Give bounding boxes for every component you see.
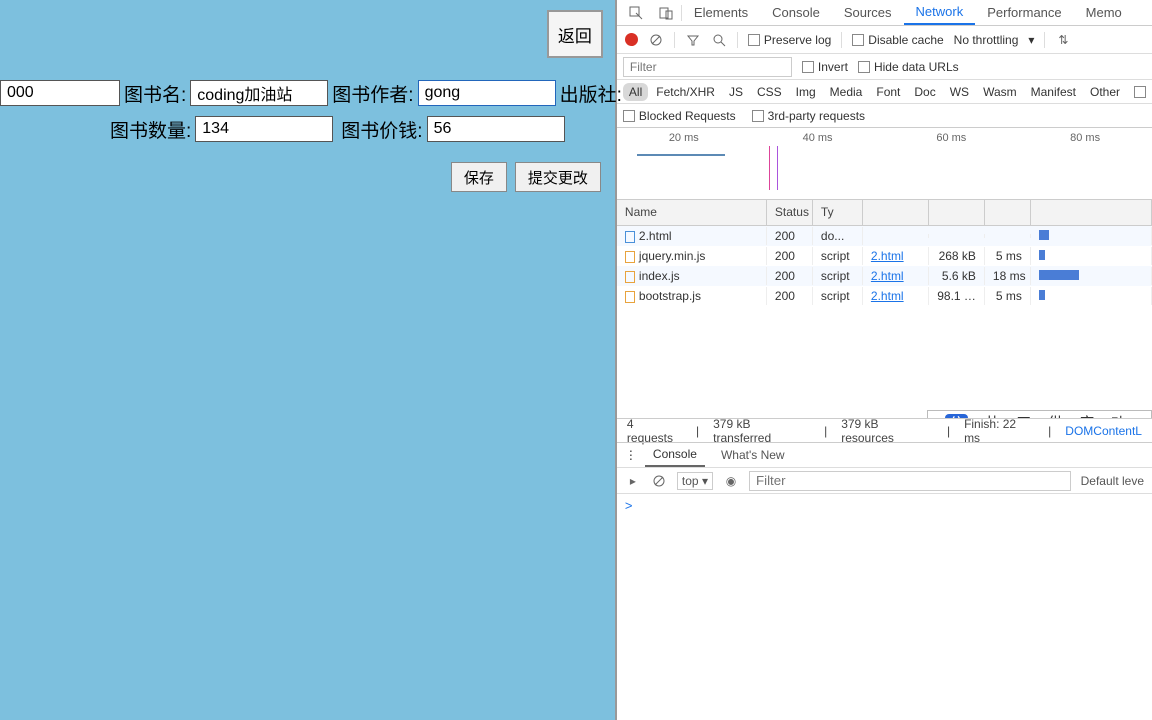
hide-data-urls-checkbox[interactable]: Hide data URLs bbox=[858, 60, 959, 74]
col-status[interactable]: Status bbox=[767, 200, 813, 225]
devtools-panel: Elements Console Sources Network Perform… bbox=[617, 0, 1152, 720]
file-icon bbox=[625, 231, 635, 243]
search-icon[interactable] bbox=[711, 32, 727, 48]
wifi-icon[interactable]: ⇅ bbox=[1055, 32, 1071, 48]
network-timeline[interactable]: 20 ms 40 ms 60 ms 80 ms bbox=[617, 128, 1152, 200]
preserve-log-checkbox[interactable]: Preserve log bbox=[748, 33, 831, 47]
throttling-select[interactable]: No throttling bbox=[954, 33, 1019, 47]
book-author-input[interactable] bbox=[418, 80, 556, 106]
summary-resources: 379 kB resources bbox=[841, 417, 933, 445]
tab-sources[interactable]: Sources bbox=[832, 1, 904, 24]
timeline-tick: 60 ms bbox=[936, 132, 966, 144]
filter-js[interactable]: JS bbox=[723, 83, 749, 101]
filter-ws[interactable]: WS bbox=[944, 83, 975, 101]
tab-network[interactable]: Network bbox=[904, 0, 976, 25]
network-toolbar: Preserve log Disable cache No throttling… bbox=[617, 26, 1152, 54]
device-icon[interactable] bbox=[657, 5, 675, 21]
console-sidebar-icon[interactable]: ▸ bbox=[625, 473, 641, 489]
filter-all[interactable]: All bbox=[623, 83, 648, 101]
book-name-label: 图书名: bbox=[124, 80, 186, 107]
tab-console[interactable]: Console bbox=[760, 1, 832, 24]
drawer-menu-icon[interactable]: ⋮ bbox=[625, 448, 637, 462]
console-toolbar: ▸ top ▾ ◉ Default leve bbox=[617, 468, 1152, 494]
file-icon bbox=[625, 271, 635, 283]
third-party-checkbox[interactable]: 3rd-party requests bbox=[752, 109, 865, 123]
timeline-tick: 20 ms bbox=[669, 132, 699, 144]
col-type[interactable]: Ty bbox=[813, 200, 863, 225]
console-context-select[interactable]: top ▾ bbox=[677, 472, 713, 490]
col-initiator[interactable] bbox=[863, 200, 929, 225]
table-row[interactable]: 2.html200do... bbox=[617, 226, 1152, 246]
blocked-requests-checkbox[interactable]: Blocked Requests bbox=[623, 109, 736, 123]
summary-finish: Finish: 22 ms bbox=[964, 417, 1034, 445]
book-name-input[interactable] bbox=[190, 80, 328, 106]
book-author-label: 图书作者: bbox=[332, 80, 413, 107]
filter-font[interactable]: Font bbox=[870, 83, 906, 101]
drawer-tab-whatsnew[interactable]: What's New bbox=[713, 444, 793, 466]
filter-img[interactable]: Img bbox=[790, 83, 822, 101]
network-summary: 4 requests | 379 kB transferred | 379 kB… bbox=[617, 418, 1152, 442]
filter-wasm[interactable]: Wasm bbox=[977, 83, 1023, 101]
col-size[interactable] bbox=[929, 200, 985, 225]
filter-icon[interactable] bbox=[685, 32, 701, 48]
filter-fetch[interactable]: Fetch/XHR bbox=[650, 83, 721, 101]
inspect-icon[interactable] bbox=[627, 5, 645, 21]
table-row[interactable]: bootstrap.js200script2.html98.1 …5 ms bbox=[617, 286, 1152, 306]
console-clear-icon[interactable] bbox=[651, 473, 667, 489]
clear-icon[interactable] bbox=[648, 32, 664, 48]
filter-doc[interactable]: Doc bbox=[908, 83, 941, 101]
ime-candidate-bar[interactable]: 1公 2共 3工 4供 5宫 6功 7 bbox=[927, 410, 1152, 418]
filter-row: Invert Hide data URLs bbox=[617, 54, 1152, 80]
col-name[interactable]: Name bbox=[617, 200, 767, 225]
summary-dcl: DOMContentL bbox=[1065, 424, 1142, 438]
table-row[interactable]: index.js200script2.html5.6 kB18 ms bbox=[617, 266, 1152, 286]
submit-button[interactable]: 提交更改 bbox=[515, 162, 601, 192]
drawer-tab-console[interactable]: Console bbox=[645, 443, 705, 467]
console-body[interactable]: > bbox=[617, 494, 1152, 720]
invert-checkbox[interactable]: Invert bbox=[802, 60, 848, 74]
summary-transferred: 379 kB transferred bbox=[713, 417, 810, 445]
book-price-label: 图书价钱: bbox=[341, 116, 422, 143]
filter-manifest[interactable]: Manifest bbox=[1025, 83, 1082, 101]
chevron-down-icon[interactable]: ▾ bbox=[1028, 33, 1034, 47]
web-app-panel: 返回 图书名: 图书作者: 出版社: 图书数量: 图书价钱: 保存 提交更改 bbox=[0, 0, 617, 720]
timeline-tick: 80 ms bbox=[1070, 132, 1100, 144]
tab-elements[interactable]: Elements bbox=[682, 1, 760, 24]
type-filters: All Fetch/XHR JS CSS Img Media Font Doc … bbox=[617, 80, 1152, 104]
record-icon[interactable] bbox=[625, 33, 638, 46]
book-id-input[interactable] bbox=[0, 80, 120, 106]
console-prompt: > bbox=[625, 498, 633, 513]
book-qty-label: 图书数量: bbox=[110, 116, 191, 143]
file-icon bbox=[625, 291, 635, 303]
filter-media[interactable]: Media bbox=[824, 83, 869, 101]
book-form: 图书名: 图书作者: 出版社: 图书数量: 图书价钱: bbox=[0, 78, 607, 150]
summary-requests: 4 requests bbox=[627, 417, 682, 445]
back-button[interactable]: 返回 bbox=[547, 10, 603, 58]
tab-performance[interactable]: Performance bbox=[975, 1, 1073, 24]
col-waterfall[interactable] bbox=[1031, 200, 1152, 225]
blocked-row: Blocked Requests 3rd-party requests bbox=[617, 104, 1152, 128]
console-filter-input[interactable] bbox=[749, 471, 1071, 491]
network-filter-input[interactable] bbox=[623, 57, 792, 77]
publisher-label: 出版社: bbox=[560, 80, 622, 107]
table-row[interactable]: jquery.min.js200script2.html268 kB5 ms bbox=[617, 246, 1152, 266]
eye-icon[interactable]: ◉ bbox=[723, 473, 739, 489]
console-levels[interactable]: Default leve bbox=[1081, 474, 1144, 488]
devtools-tabs: Elements Console Sources Network Perform… bbox=[617, 0, 1152, 26]
col-time[interactable] bbox=[985, 200, 1031, 225]
tab-memory[interactable]: Memo bbox=[1074, 1, 1134, 24]
filter-other[interactable]: Other bbox=[1084, 83, 1126, 101]
drawer-tabs: ⋮ Console What's New bbox=[617, 442, 1152, 468]
disable-cache-checkbox[interactable]: Disable cache bbox=[852, 33, 943, 47]
network-table: Name Status Ty 2.html200do...jquery.min.… bbox=[617, 200, 1152, 418]
book-qty-input[interactable] bbox=[195, 116, 333, 142]
file-icon bbox=[625, 251, 635, 263]
timeline-tick: 40 ms bbox=[803, 132, 833, 144]
filter-css[interactable]: CSS bbox=[751, 83, 788, 101]
book-price-input[interactable] bbox=[427, 116, 565, 142]
save-button[interactable]: 保存 bbox=[451, 162, 507, 192]
